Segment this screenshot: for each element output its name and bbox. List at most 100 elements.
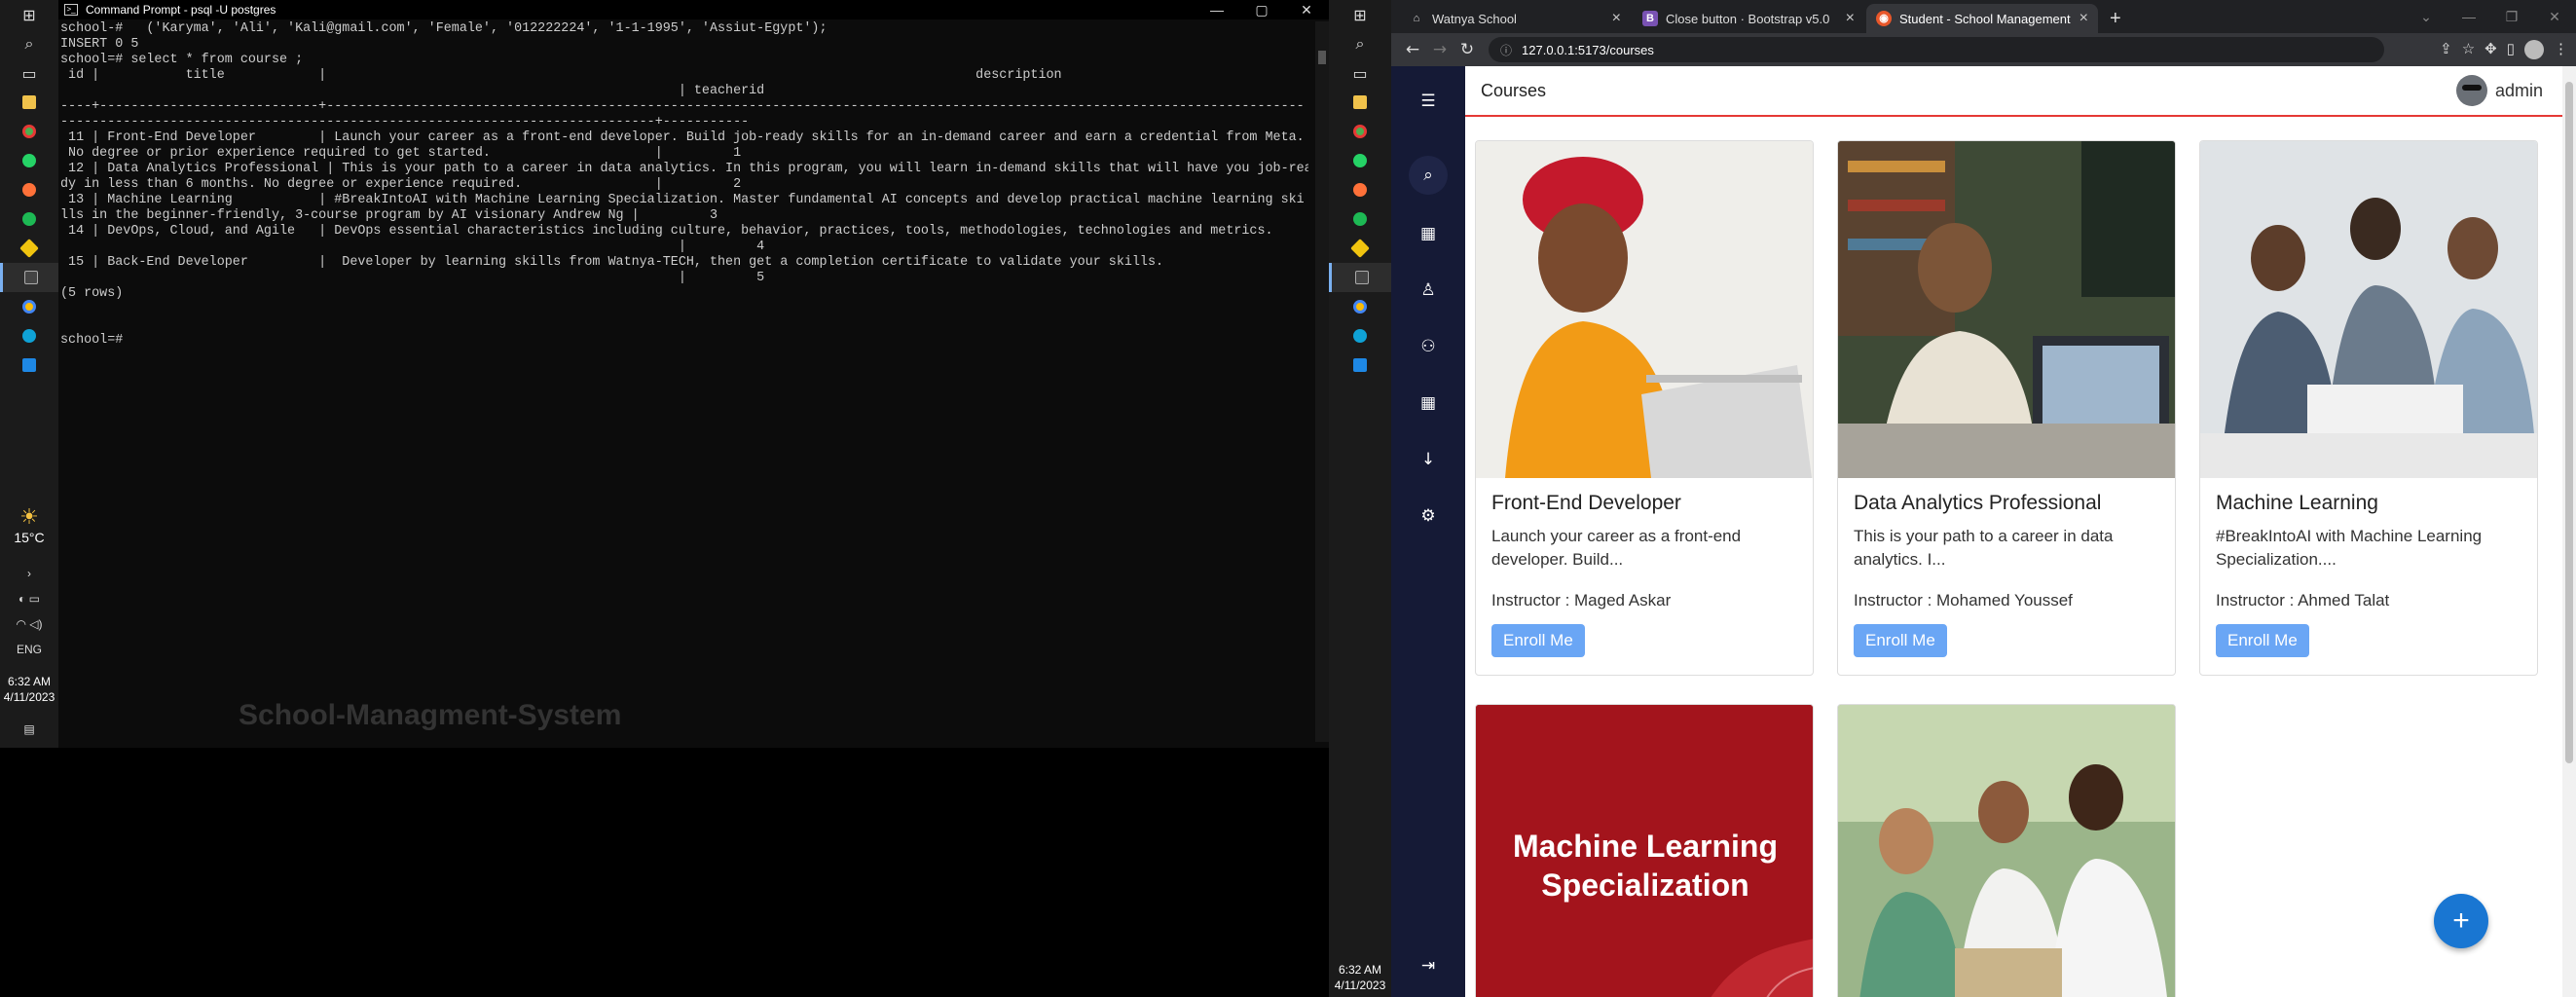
language-indicator[interactable]: ENG [17, 643, 42, 656]
command-prompt-window[interactable]: >_ Command Prompt - psql -U postgres — ▢… [58, 0, 1329, 748]
course-card: Machine Learning #BreakIntoAI with Machi… [2199, 140, 2538, 676]
kebab-menu-icon[interactable]: ⋮ [2554, 40, 2568, 59]
task-view-icon[interactable]: ▭ [0, 58, 58, 88]
taskbar-clock[interactable]: 6:32 AM 4/11/2023 [1329, 962, 1391, 993]
start-icon[interactable]: ⊞ [0, 0, 58, 29]
course-description: Launch your career as a front-end develo… [1491, 527, 1742, 569]
download-icon[interactable]: ↓ [1409, 440, 1448, 479]
chrome-icon[interactable] [1329, 117, 1391, 146]
terminal-scrollbar[interactable] [1315, 21, 1329, 742]
person-icon[interactable]: ♙ [1409, 271, 1448, 310]
whatsapp-icon[interactable] [0, 146, 58, 175]
clock-time: 6:32 AM [7, 675, 52, 688]
notification-icon[interactable]: ▤ [23, 722, 34, 736]
spotify-icon[interactable] [0, 204, 58, 234]
edge-icon[interactable] [1329, 321, 1391, 351]
left-monitor: ⊞ ⌕ ▭ ☀ 15°C › ◐ ▭ ◠ ◁) ENG 6:32 AM 4/11… [0, 0, 1329, 748]
tray-icons[interactable]: ◐ ▭ [18, 592, 40, 606]
clock-date: 4/11/2023 [1334, 979, 1386, 992]
new-tab-icon[interactable]: + [2100, 4, 2131, 33]
restore-icon[interactable]: ❐ [2490, 9, 2533, 25]
right-monitor: ⊞ ⌕ ▭ 6:32 AM 4/11/2023 ⌂ Watnya School [1329, 0, 2576, 997]
search-icon[interactable]: ⌕ [1409, 156, 1448, 195]
course-instructor: Instructor : Mohamed Youssef [1854, 591, 2073, 609]
windows-taskbar-right: ⊞ ⌕ ▭ 6:32 AM 4/11/2023 [1329, 0, 1391, 997]
share-icon[interactable]: ⇪ [2440, 40, 2452, 59]
course-instructor: Instructor : Ahmed Talat [2216, 591, 2390, 609]
user-menu[interactable]: admin [2455, 75, 2543, 106]
terminal-line: 14 | DevOps, Cloud, and Agile | DevOps e… [60, 224, 1273, 239]
terminal-icon[interactable] [1329, 263, 1391, 292]
firefox-icon[interactable] [0, 175, 58, 204]
course-card: Machine Learning Specialization [1475, 704, 1814, 997]
course-image [1838, 141, 2175, 478]
whatsapp-icon[interactable] [1329, 146, 1391, 175]
menu-icon[interactable]: ☰ [1409, 82, 1448, 121]
file-explorer-icon[interactable] [0, 88, 58, 117]
forward-icon[interactable]: → [1426, 40, 1454, 59]
extensions-icon[interactable]: ✥ [2484, 40, 2497, 59]
tab-watnya-school[interactable]: ⌂ Watnya School × [1399, 4, 1631, 33]
tab-bootstrap[interactable]: B Close button · Bootstrap v5.0 × [1633, 4, 1864, 33]
course-description: #BreakIntoAI with Machine Learning Speci… [2216, 527, 2483, 569]
profile-icon[interactable] [2524, 40, 2544, 59]
group-icon[interactable]: ⚇ [1409, 327, 1448, 366]
enroll-button[interactable]: Enroll Me [1491, 624, 1585, 657]
cmd-titlebar[interactable]: >_ Command Prompt - psql -U postgres — ▢… [58, 0, 1329, 19]
course-description: This is your path to a career in data an… [1854, 527, 2114, 569]
chrome-browser-window: ⌂ Watnya School × B Close button · Boots… [1391, 0, 2576, 997]
search-icon[interactable]: ⌕ [0, 29, 58, 58]
chrome-icon[interactable] [0, 117, 58, 146]
chrome-alt-icon[interactable] [1329, 292, 1391, 321]
dashboard-icon[interactable]: ▦ [1409, 214, 1448, 253]
firefox-icon[interactable] [1329, 175, 1391, 204]
git-icon[interactable] [1329, 234, 1391, 263]
search-icon[interactable]: ⌕ [1329, 29, 1391, 58]
terminal-line: ----------------------------------------… [60, 115, 750, 129]
file-explorer-icon[interactable] [1329, 88, 1391, 117]
reload-icon[interactable]: ↻ [1454, 40, 1481, 59]
url-bar[interactable]: ⓘ 127.0.0.1:5173/courses [1489, 37, 2384, 62]
back-icon[interactable]: ← [1399, 40, 1426, 59]
logout-icon[interactable]: ⇥ [1409, 946, 1448, 985]
terminal-icon[interactable] [0, 263, 58, 292]
chevron-up-icon[interactable]: › [27, 567, 31, 580]
enroll-button[interactable]: Enroll Me [2216, 624, 2309, 657]
git-icon[interactable] [0, 234, 58, 263]
star-icon[interactable]: ☆ [2462, 40, 2475, 59]
start-icon[interactable]: ⊞ [1329, 0, 1391, 29]
chevron-down-icon[interactable]: ⌄ [2405, 9, 2447, 25]
chrome-alt-icon[interactable] [0, 292, 58, 321]
task-view-icon[interactable]: ▭ [1329, 58, 1391, 88]
minimize-icon[interactable]: — [2447, 9, 2490, 24]
close-tab-icon[interactable]: × [1846, 10, 1855, 27]
course-instructor: Instructor : Maged Askar [1491, 591, 1672, 609]
close-icon[interactable]: ✕ [1284, 2, 1329, 18]
terminal-output[interactable]: school-# ('Karyma', 'Ali', 'Kali@gmail.c… [60, 21, 1308, 742]
spotify-icon[interactable] [1329, 204, 1391, 234]
edge-icon[interactable] [0, 321, 58, 351]
course-title: Machine Learning [2216, 492, 2378, 514]
taskbar-clock[interactable]: 6:32 AM 4/11/2023 [4, 674, 55, 705]
minimize-icon[interactable]: — [1195, 2, 1239, 18]
terminal-line: No degree or prior experience required t… [60, 146, 742, 161]
weather-widget[interactable]: ☀ 15°C [14, 504, 44, 545]
terminal-line: 12 | Data Analytics Professional | This … [60, 162, 1308, 176]
page-scrollbar[interactable] [2562, 66, 2576, 997]
terminal-line: INSERT 0 5 [60, 37, 139, 52]
close-tab-icon[interactable]: × [1612, 10, 1621, 27]
maximize-icon[interactable]: ▢ [1239, 2, 1284, 18]
terminal-line: (5 rows) [60, 286, 124, 301]
vscode-icon[interactable] [1329, 351, 1391, 380]
sidepanel-icon[interactable]: ▯ [2507, 40, 2515, 59]
settings-icon[interactable]: ⚙ [1409, 497, 1448, 535]
tab-student-school[interactable]: ◉ Student - School Management S × [1866, 4, 2098, 33]
grid-icon[interactable]: ▦ [1409, 384, 1448, 423]
enroll-button[interactable]: Enroll Me [1854, 624, 1947, 657]
close-icon[interactable]: ✕ [2533, 9, 2576, 25]
info-icon[interactable]: ⓘ [1500, 42, 1512, 58]
network-volume-icon[interactable]: ◠ ◁) [16, 617, 42, 631]
close-tab-icon[interactable]: × [2079, 10, 2088, 27]
vscode-icon[interactable] [0, 351, 58, 380]
add-course-button[interactable]: + [2434, 894, 2488, 948]
